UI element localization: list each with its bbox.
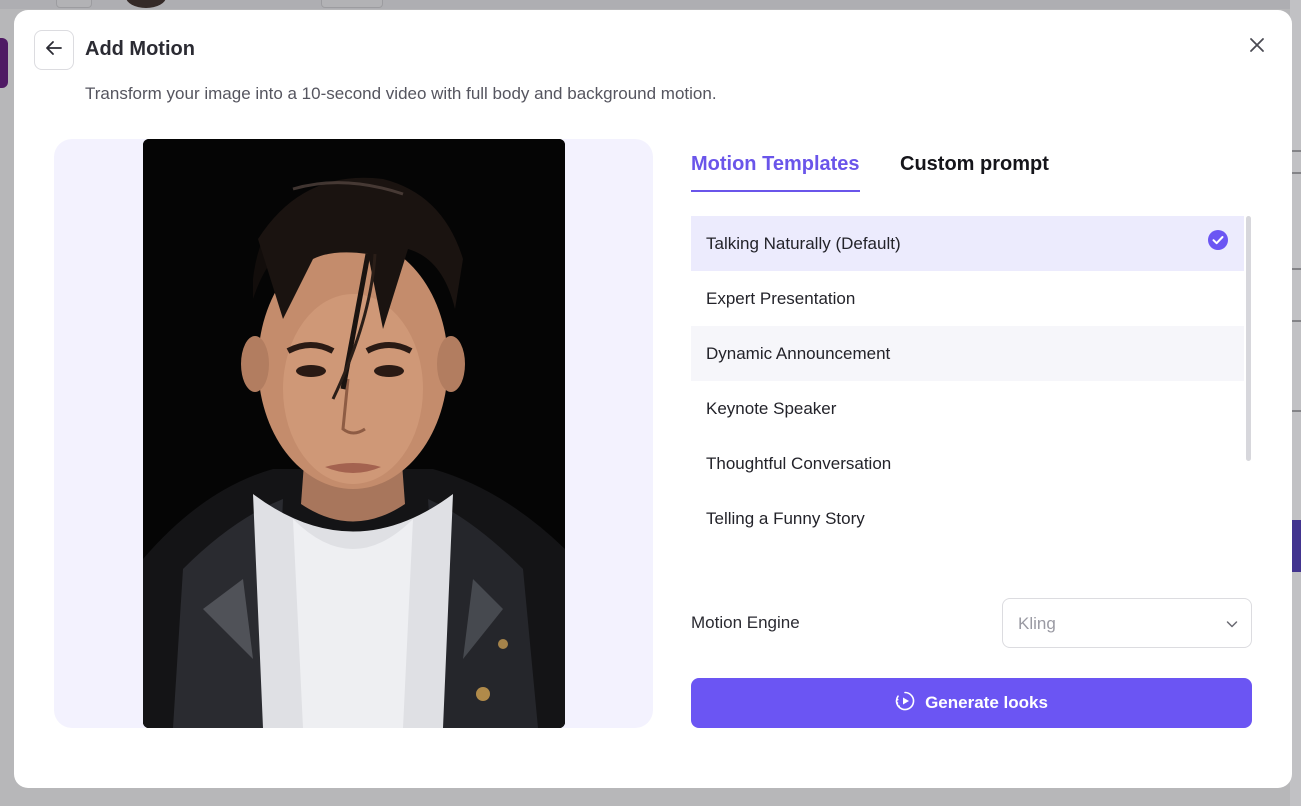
template-item-dynamic-announcement[interactable]: Dynamic Announcement [691,326,1244,381]
template-item-thoughtful-conversation[interactable]: Thoughtful Conversation [691,436,1244,491]
image-preview-area [54,139,653,728]
tab-custom-prompt[interactable]: Custom prompt [900,150,1049,192]
motion-engine-value: Kling [1018,614,1056,633]
tab-motion-templates[interactable]: Motion Templates [691,150,860,192]
motion-engine-select[interactable]: Kling [1002,598,1252,648]
template-label: Thoughtful Conversation [706,453,892,473]
template-item-funny-story[interactable]: Telling a Funny Story [691,491,1244,546]
template-item-expert-presentation[interactable]: Expert Presentation [691,271,1244,326]
motion-play-icon [895,691,915,716]
template-label: Keynote Speaker [706,398,837,418]
template-label: Telling a Funny Story [706,508,865,528]
chevron-down-icon [1225,617,1239,631]
portrait-image [143,139,565,728]
template-label: Talking Naturally (Default) [706,233,901,253]
back-button[interactable] [34,30,74,70]
template-list-scrollbar[interactable] [1246,216,1251,461]
template-item-keynote-speaker[interactable]: Keynote Speaker [691,381,1244,436]
close-icon [1249,37,1265,58]
check-circle-icon [1208,230,1228,250]
dialog-subtitle: Transform your image into a 10-second vi… [85,84,717,103]
dialog-title: Add Motion [85,38,195,60]
template-label: Expert Presentation [706,288,856,308]
template-item-talking-naturally[interactable]: Talking Naturally (Default) [691,216,1244,271]
template-list: Talking Naturally (Default) Expert Prese… [691,216,1253,546]
motion-engine-label: Motion Engine [691,613,800,632]
close-button[interactable] [1244,34,1270,60]
generate-looks-button[interactable]: Generate looks [691,678,1252,728]
generate-looks-label: Generate looks [925,693,1048,712]
arrow-left-icon [45,39,63,62]
template-label: Dynamic Announcement [706,343,891,363]
add-motion-dialog: Add Motion Transform your image into a 1… [14,10,1292,788]
